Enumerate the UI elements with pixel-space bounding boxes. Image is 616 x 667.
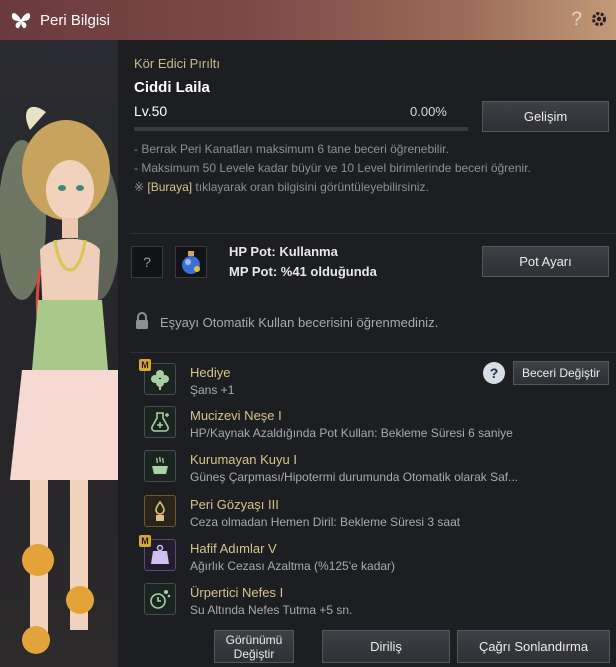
butterfly-icon bbox=[10, 9, 32, 31]
info-line-3: ※ [Buraya] tıklayarak oran bilgisini gör… bbox=[134, 180, 429, 194]
help-icon[interactable]: ? bbox=[571, 9, 582, 31]
rate-info-link[interactable]: [Buraya] bbox=[147, 180, 192, 194]
potion-plus-icon bbox=[144, 406, 176, 438]
window-title: Peri Bilgisi bbox=[40, 11, 111, 29]
gelisim-button[interactable]: Gelişim bbox=[482, 101, 609, 132]
breath-icon bbox=[144, 583, 176, 615]
info-line-2: - Maksimum 50 Levele kadar büyür ve 10 L… bbox=[134, 161, 531, 175]
xp-bar bbox=[134, 127, 468, 131]
skill-desc: Şans +1 bbox=[190, 383, 235, 397]
well-icon bbox=[144, 450, 176, 482]
skill-name: Hediye bbox=[190, 365, 231, 380]
skill-desc: Ağırlık Cezası Azaltma (%125'e kadar) bbox=[190, 559, 396, 573]
master-badge: M bbox=[139, 535, 151, 547]
skill-help-icon[interactable]: ? bbox=[483, 362, 505, 384]
note-symbol: ※ bbox=[134, 180, 148, 194]
hp-pot-status: HP Pot: Kullanma bbox=[229, 244, 338, 259]
empty-pot-slot[interactable]: ? bbox=[131, 246, 163, 278]
title-bar: Peri Bilgisi ? bbox=[0, 0, 616, 40]
dirilis-button[interactable]: Diriliş bbox=[322, 630, 450, 663]
master-badge: M bbox=[139, 359, 151, 371]
skill-name: Hafif Adımlar V bbox=[190, 541, 277, 556]
skill-name: Peri Gözyaşı III bbox=[190, 497, 279, 512]
gear-icon[interactable] bbox=[590, 10, 608, 28]
button-label: Görünümü bbox=[225, 632, 283, 647]
mp-pot-status: MP Pot: %41 olduğunda bbox=[229, 264, 377, 279]
peri-portrait bbox=[0, 40, 118, 667]
info-line-3-text: tıklayarak oran bilgisini görüntüleyebil… bbox=[192, 180, 429, 194]
xp-percent: 0.00% bbox=[410, 104, 447, 119]
mp-potion-icon[interactable] bbox=[175, 246, 207, 278]
skill-name: Mucizevi Neşe I bbox=[190, 408, 282, 423]
button-label: Değiştir bbox=[233, 646, 275, 661]
skill-name: Ürpertici Nefes I bbox=[190, 585, 284, 600]
peri-name: Ciddi Laila bbox=[134, 79, 210, 96]
peri-skill-name: Kör Edici Pırıltı bbox=[134, 56, 220, 71]
beceri-degistir-button[interactable]: Beceri Değiştir bbox=[513, 361, 609, 385]
skill-desc: Su Altında Nefes Tutma +5 sn. bbox=[190, 603, 353, 617]
info-line-1: - Berrak Peri Kanatları maksimum 6 tane … bbox=[134, 142, 449, 156]
divider bbox=[130, 352, 616, 353]
auto-use-notice: Eşyayı Otomatik Kullan becerisini öğrenm… bbox=[160, 315, 439, 330]
peri-level: Lv.50 bbox=[134, 103, 168, 119]
divider bbox=[130, 233, 616, 234]
gorunumu-degistir-button[interactable]: Görünümü Değiştir bbox=[214, 630, 294, 663]
cagri-sonlandirma-button[interactable]: Çağrı Sonlandırma bbox=[457, 630, 610, 663]
lock-icon bbox=[134, 312, 150, 330]
skill-desc: Güneş Çarpması/Hipotermi durumunda Otoma… bbox=[190, 470, 519, 484]
skill-desc: HP/Kaynak Azaldığında Pot Kullan: Beklem… bbox=[190, 426, 513, 440]
skill-desc: Ceza olmadan Hemen Diril: Bekleme Süresi… bbox=[190, 515, 461, 529]
pot-ayari-button[interactable]: Pot Ayarı bbox=[482, 246, 609, 277]
tear-vial-icon bbox=[144, 495, 176, 527]
skill-name: Kurumayan Kuyu I bbox=[190, 452, 297, 467]
